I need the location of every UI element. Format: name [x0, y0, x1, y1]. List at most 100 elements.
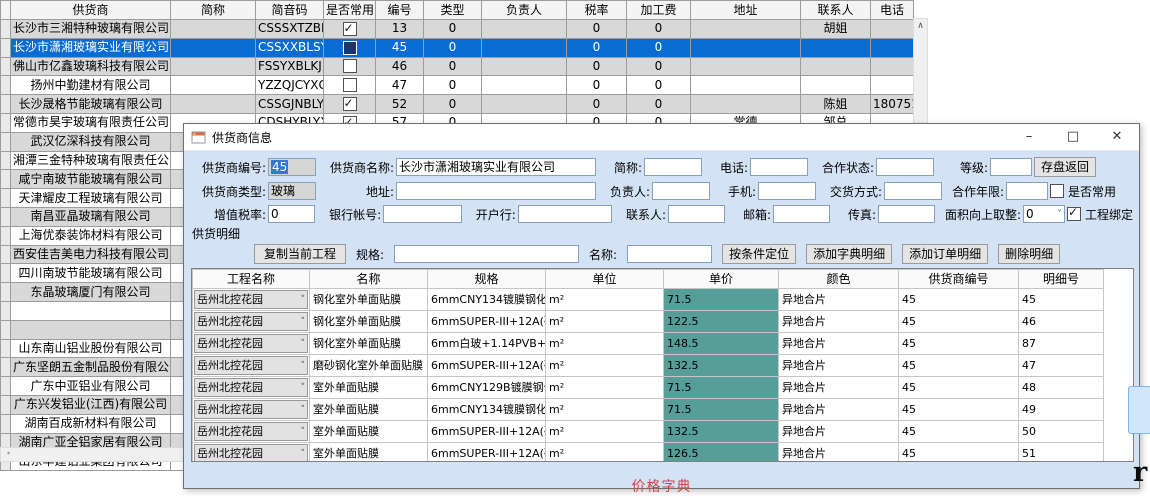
- column-header[interactable]: 税率: [567, 1, 627, 20]
- cell[interactable]: 148.5: [664, 333, 779, 355]
- column-header[interactable]: 工程名称: [193, 270, 310, 289]
- cell[interactable]: 122.5: [664, 311, 779, 333]
- detail-row[interactable]: 岳州北控花园˅室外单面贴膜6mmCNY134镀膜钢化m²71.5异地合片4549: [193, 399, 1104, 421]
- detail-row[interactable]: 岳州北控花园˅室外单面贴膜6mmSUPER-III+12A(硅...m²126.…: [193, 443, 1104, 463]
- chevron-down-icon: ˅: [301, 379, 306, 397]
- detail-row[interactable]: 岳州北控花园˅钢化室外单面贴膜6mmCNY134镀膜钢化m²71.5异地合片45…: [193, 289, 1104, 311]
- mobile-input[interactable]: [758, 182, 816, 200]
- checkbox-icon[interactable]: [343, 41, 357, 55]
- contact-input[interactable]: [668, 205, 725, 223]
- column-header[interactable]: 简音码: [256, 1, 324, 20]
- column-header[interactable]: 单位: [546, 270, 664, 289]
- cell: [1, 283, 11, 302]
- name-filter-input[interactable]: [627, 245, 712, 263]
- cell[interactable]: 71.5: [664, 399, 779, 421]
- supplier-row[interactable]: 长沙市三湘特种玻璃有限公司CSSSXTZBL..13000胡姐: [1, 20, 914, 39]
- supplier-id-input[interactable]: 45: [268, 158, 316, 176]
- project-name-select[interactable]: 岳州北控花园˅: [194, 290, 308, 309]
- supplier-name-input[interactable]: 长沙市潇湘玻璃实业有限公司: [396, 158, 596, 176]
- checkbox-icon[interactable]: [343, 97, 357, 111]
- column-header[interactable]: 名称: [310, 270, 428, 289]
- column-header[interactable]: 负责人: [482, 1, 567, 20]
- cell: 异地合片: [779, 399, 899, 421]
- scroll-left-icon[interactable]: ˂: [1, 451, 16, 464]
- chevron-down-icon: ˅: [301, 357, 306, 375]
- column-header[interactable]: 类型: [424, 1, 482, 20]
- delivery-method-input[interactable]: [884, 182, 942, 200]
- area-roundup-select[interactable]: 0 ˅: [1023, 205, 1065, 223]
- copy-current-project-button[interactable]: 复制当前工程: [254, 244, 346, 264]
- column-header[interactable]: 联系人: [801, 1, 871, 20]
- maximize-button[interactable]: □: [1051, 124, 1095, 150]
- supplier-row[interactable]: 佛山市亿鑫玻璃科技有限公司FSSYXBLKJ..46000: [1, 57, 914, 76]
- cell[interactable]: 71.5: [664, 289, 779, 311]
- common-use-checkbox[interactable]: 是否常用: [1050, 183, 1116, 200]
- supplier-type-input[interactable]: 玻璃: [268, 182, 316, 200]
- manager-input[interactable]: [652, 182, 710, 200]
- project-name-select[interactable]: 岳州北控花园˅: [194, 312, 308, 331]
- column-header[interactable]: 加工费: [627, 1, 691, 20]
- supplier-info-dialog: 供货商信息 – □ ✕ 供货商编号: 45 供货商名称: 长沙市潇湘玻璃实业有限…: [183, 123, 1140, 489]
- cell[interactable]: 132.5: [664, 355, 779, 377]
- scroll-up-icon[interactable]: ∧: [914, 19, 927, 34]
- short-name-input[interactable]: [644, 158, 702, 176]
- supplier-row[interactable]: 扬州中勤建材有限公司YZZQJCYXGS47000: [1, 76, 914, 95]
- cell: [171, 76, 256, 95]
- cell: 岳州北控花园˅: [193, 355, 310, 377]
- checkbox-icon[interactable]: [343, 78, 357, 92]
- email-input[interactable]: [773, 205, 830, 223]
- column-header[interactable]: 供货商编号: [899, 270, 1019, 289]
- project-name-select[interactable]: 岳州北控花园˅: [194, 378, 308, 397]
- bank-account-input[interactable]: [383, 205, 462, 223]
- vat-rate-input[interactable]: 0: [268, 205, 315, 223]
- cell[interactable]: 71.5: [664, 377, 779, 399]
- detail-row[interactable]: 岳州北控花园˅钢化室外单面贴膜6mmSUPER-III+12A(硅...m²12…: [193, 311, 1104, 333]
- column-header[interactable]: 明细号: [1019, 270, 1104, 289]
- project-name-select[interactable]: 岳州北控花园˅: [194, 400, 308, 419]
- add-dictionary-detail-button[interactable]: 添加字典明细: [806, 244, 892, 264]
- supplier-row[interactable]: 长沙市潇湘玻璃实业有限公司CSSXXBLSY..45000: [1, 38, 914, 57]
- project-name-select[interactable]: 岳州北控花园˅: [194, 334, 308, 353]
- project-name-select[interactable]: 岳州北控花园˅: [194, 422, 308, 441]
- coop-years-input[interactable]: [1006, 182, 1048, 200]
- project-name-select[interactable]: 岳州北控花园˅: [194, 444, 308, 462]
- project-bind-checkbox[interactable]: 工程绑定: [1067, 206, 1133, 223]
- column-header[interactable]: 是否常用: [324, 1, 376, 20]
- scrollbar-thumb-artifact[interactable]: [1128, 386, 1150, 434]
- phone-input[interactable]: [750, 158, 808, 176]
- checkbox-icon[interactable]: [343, 22, 357, 36]
- chevron-down-icon: ˅: [1057, 209, 1062, 220]
- spec-filter-input[interactable]: [394, 245, 579, 263]
- checkbox-icon[interactable]: [343, 59, 357, 73]
- grade-input[interactable]: [990, 158, 1032, 176]
- detail-row[interactable]: 岳州北控花园˅室外单面贴膜6mmSUPER-III+12A(硅...m²132.…: [193, 421, 1104, 443]
- column-header[interactable]: 颜色: [779, 270, 899, 289]
- save-return-button[interactable]: 存盘返回: [1034, 157, 1096, 177]
- locate-by-condition-button[interactable]: 按条件定位: [722, 244, 796, 264]
- minimize-button[interactable]: –: [1007, 124, 1051, 150]
- column-header[interactable]: 单价: [664, 270, 779, 289]
- cell: 常德市昊宇玻璃有限责任公司: [11, 113, 171, 132]
- address-input[interactable]: [396, 182, 596, 200]
- fax-input[interactable]: [878, 205, 935, 223]
- add-order-detail-button[interactable]: 添加订单明细: [902, 244, 988, 264]
- cell[interactable]: 126.5: [664, 443, 779, 463]
- detail-row[interactable]: 岳州北控花园˅室外单面贴膜6mmCNY129B镀膜钢化m²71.5异地合片454…: [193, 377, 1104, 399]
- bank-input[interactable]: [518, 205, 612, 223]
- column-header[interactable]: 简称: [171, 1, 256, 20]
- cell[interactable]: 132.5: [664, 421, 779, 443]
- detail-row[interactable]: 岳州北控花园˅磨砂钢化室外单面贴膜6mmSUPER-III+12A(硅...m²…: [193, 355, 1104, 377]
- dialog-titlebar[interactable]: 供货商信息 – □ ✕: [184, 124, 1139, 151]
- column-header[interactable]: 电话: [871, 1, 914, 20]
- detail-row[interactable]: 岳州北控花园˅钢化室外单面贴膜6mm白玻+1.14PVB+6mm...m²148…: [193, 333, 1104, 355]
- delete-detail-button[interactable]: 删除明细: [998, 244, 1060, 264]
- project-name-select[interactable]: 岳州北控花园˅: [194, 356, 308, 375]
- column-header[interactable]: 供货商: [11, 1, 171, 20]
- cell: [1, 414, 11, 433]
- column-header[interactable]: 编号: [376, 1, 424, 20]
- column-header[interactable]: 地址: [691, 1, 801, 20]
- coop-status-input[interactable]: [876, 158, 934, 176]
- column-header[interactable]: 规格: [428, 270, 546, 289]
- supplier-row[interactable]: 长沙晟格节能玻璃有限公司CSSGJNBLYXGS52000陈姐180751: [1, 95, 914, 114]
- close-button[interactable]: ✕: [1095, 124, 1139, 150]
